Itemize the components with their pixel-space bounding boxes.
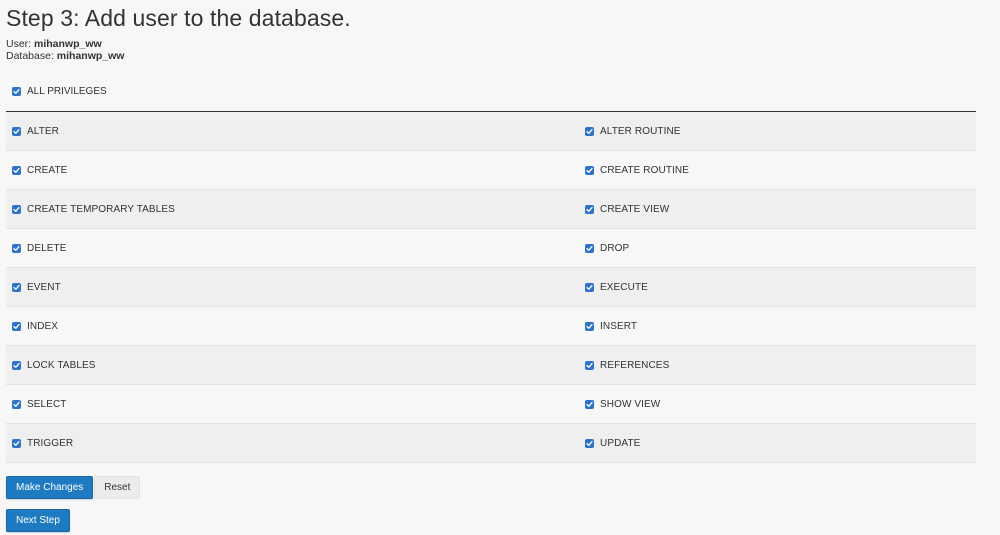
privilege-label: DROP [600,242,630,254]
privilege-checkbox[interactable] [585,126,594,136]
privilege-option[interactable]: LOCK TABLES [6,360,585,371]
privilege-option[interactable]: CREATE [6,165,585,176]
privilege-checkbox[interactable] [12,165,21,175]
page: Step 3: Add user to the database. User: … [0,0,1000,535]
privilege-option[interactable]: UPDATE [585,438,976,449]
privilege-label: EVENT [27,281,61,293]
privilege-checkbox[interactable] [585,360,594,370]
privilege-checkbox[interactable] [12,399,21,409]
privilege-label: CREATE VIEW [600,203,670,215]
privilege-label: DELETE [27,242,67,254]
page-title: Step 3: Add user to the database. [6,5,351,31]
privilege-row: INDEX INSERT [6,307,976,346]
privilege-label: INDEX [27,320,59,332]
privilege-checkbox[interactable] [585,204,594,214]
privilege-option[interactable]: DELETE [6,243,585,254]
privilege-checkbox[interactable] [12,126,21,136]
privilege-option[interactable]: ALTER ROUTINE [585,126,976,137]
all-privileges-option[interactable]: ALL PRIVILEGES [6,84,976,98]
privilege-row: DELETE DROP [6,229,976,268]
privilege-option[interactable]: CREATE VIEW [585,204,976,215]
privileges-table: ALTER ALTER ROUTINE CREATE CREATE ROUTINE CR… [6,112,976,463]
privilege-option[interactable]: ALTER [6,126,585,137]
privilege-label: INSERT [600,320,638,332]
database-value: mihanwp_ww [56,50,125,62]
privilege-label: EXECUTE [600,281,648,293]
privilege-label: UPDATE [600,437,641,449]
user-info: User: mihanwp_ww [6,38,976,50]
privilege-row: ALTER ALTER ROUTINE [6,112,976,151]
privilege-label: SHOW VIEW [600,398,661,410]
privilege-checkbox[interactable] [585,282,594,292]
privilege-checkbox[interactable] [12,438,21,448]
privilege-option[interactable]: SHOW VIEW [585,399,976,410]
privilege-option[interactable]: EVENT [6,282,585,293]
user-label: User: [6,38,32,50]
privilege-checkbox[interactable] [12,243,21,253]
privilege-option[interactable]: DROP [585,243,976,254]
user-value: mihanwp_ww [34,38,102,50]
privilege-row: EVENT EXECUTE [6,268,976,307]
privilege-option[interactable]: CREATE ROUTINE [585,165,976,176]
privilege-checkbox[interactable] [585,165,594,175]
privilege-option[interactable]: SELECT [6,399,585,410]
privilege-checkbox[interactable] [12,321,21,331]
privilege-option[interactable]: INDEX [6,321,585,332]
privilege-row: SELECT SHOW VIEW [6,385,976,424]
privilege-label: LOCK TABLES [27,359,96,371]
privilege-option[interactable]: EXECUTE [585,282,976,293]
next-step-button[interactable]: Next Step [6,509,70,532]
privilege-checkbox[interactable] [12,360,21,370]
privilege-row: CREATE CREATE ROUTINE [6,151,976,190]
privilege-checkbox[interactable] [585,438,594,448]
privilege-checkbox[interactable] [585,243,594,253]
database-label: Database: [6,50,54,62]
action-buttons: Make Changes Reset [6,476,976,499]
next-step-row: Next Step [6,509,976,532]
reset-button[interactable]: Reset [94,476,141,499]
privilege-checkbox[interactable] [12,204,21,214]
all-privileges-label: ALL PRIVILEGES [27,85,107,97]
privilege-option[interactable]: REFERENCES [585,360,976,371]
privilege-checkbox[interactable] [12,282,21,292]
privilege-checkbox[interactable] [585,399,594,409]
privilege-label: SELECT [27,398,67,410]
privilege-label: CREATE [27,164,68,176]
privilege-row: CREATE TEMPORARY TABLES CREATE VIEW [6,190,976,229]
privilege-checkbox[interactable] [585,321,594,331]
make-changes-button[interactable]: Make Changes [6,476,94,499]
privilege-option[interactable]: TRIGGER [6,438,585,449]
privilege-label: REFERENCES [600,359,670,371]
privilege-option[interactable]: INSERT [585,321,976,332]
privilege-label: TRIGGER [27,437,74,449]
database-info: Database: mihanwp_ww [6,50,976,62]
privilege-label: CREATE ROUTINE [600,164,689,176]
privilege-label: CREATE TEMPORARY TABLES [27,203,175,215]
privilege-label: ALTER [27,125,59,137]
privilege-option[interactable]: CREATE TEMPORARY TABLES [6,204,585,215]
all-privileges-checkbox[interactable] [12,86,21,96]
privilege-label: ALTER ROUTINE [600,125,681,137]
privilege-row: LOCK TABLES REFERENCES [6,346,976,385]
privilege-row: TRIGGER UPDATE [6,424,976,463]
